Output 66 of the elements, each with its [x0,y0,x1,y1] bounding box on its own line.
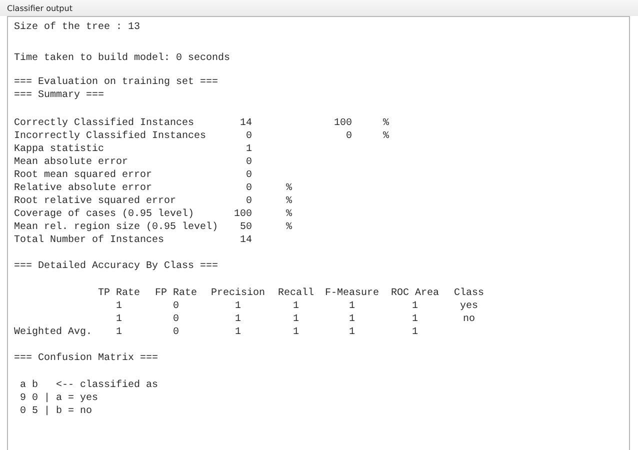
stat-value: 0 [244,182,252,195]
table-cell-text: 1 [292,326,300,339]
table-cell-text: 1 [348,326,356,339]
stat-unit: % [285,195,294,208]
column-header: Recall [276,287,315,300]
table-cell-text: 0 [172,300,180,313]
matrix-line: 0 5 | b = no [19,405,92,418]
stat-label: Total Number of Instances [14,234,166,247]
stat-label: Correctly Classified Instances [14,117,196,130]
stat-value: 50 [238,221,252,234]
table-cell-text: 1 [234,326,242,339]
matrix-line: 9 0 | a = yes [19,392,98,405]
stat-value: 14 [238,117,252,130]
table-cell-text: 0 [172,313,180,326]
stat-label: Relative absolute error [14,182,154,195]
stat-percent: 0 [344,130,352,143]
stat-value: 14 [238,234,252,247]
stat-value: 0 [244,130,252,143]
stat-value: 100 [232,208,252,221]
table-cell-text: 1 [234,313,242,326]
stat-label: Kappa statistic [14,143,106,156]
panel-title: Classifier output [7,4,72,12]
table-cell-text: 1 [234,300,242,313]
table-cell-text: 1 [348,300,356,313]
table-cell-text: 0 [172,326,180,339]
stat-label: Mean rel. region size (0.95 level) [14,221,220,234]
stat-label: Incorrectly Classified Instances [14,130,208,143]
column-header: ROC Area [390,287,440,300]
stat-label: Root mean squared error [14,169,154,182]
table-cell-text: 1 [114,326,123,339]
stat-percent: 100 [332,117,352,130]
stat-value: 1 [244,143,252,156]
section-heading: === Evaluation on training set === [14,76,218,89]
output-line: Size of the tree : 13 [14,21,140,34]
stat-unit: % [382,117,390,130]
row-label: Weighted Avg. [14,326,94,339]
stat-unit: % [285,208,294,221]
matrix-line: a b <-- classified as [19,379,158,392]
section-heading: === Detailed Accuracy By Class === [14,260,218,273]
table-cell-text: 1 [410,326,419,339]
table-cell-text: no [462,313,476,326]
table-cell-text: 1 [410,300,419,313]
section-heading: === Summary === [14,89,104,102]
table-cell-text: 1 [292,300,300,313]
table-cell-text: 1 [114,300,123,313]
stat-value: 0 [244,169,252,182]
output-line: Time taken to build model: 0 seconds [14,52,230,65]
table-cell-text: 1 [348,313,356,326]
column-header: TP Rate [96,287,141,300]
column-header: FP Rate [154,287,198,300]
stat-label: Root relative squared error [14,195,178,208]
stat-unit: % [382,130,390,143]
table-cell-text: 1 [410,313,419,326]
section-heading: === Confusion Matrix === [14,352,158,365]
column-header: F-Measure [325,287,379,300]
column-header: Class [452,287,485,300]
column-header: Precision [210,287,266,300]
table-cell-text: yes [458,300,479,313]
stat-label: Mean absolute error [14,156,130,169]
stat-value: 0 [244,156,252,169]
table-cell-text: 1 [292,313,300,326]
stat-unit: % [285,182,294,195]
stat-unit: % [285,221,294,234]
stat-label: Coverage of cases (0.95 level) [14,208,196,221]
stat-value: 0 [244,195,252,208]
table-cell-text: 1 [114,313,123,326]
